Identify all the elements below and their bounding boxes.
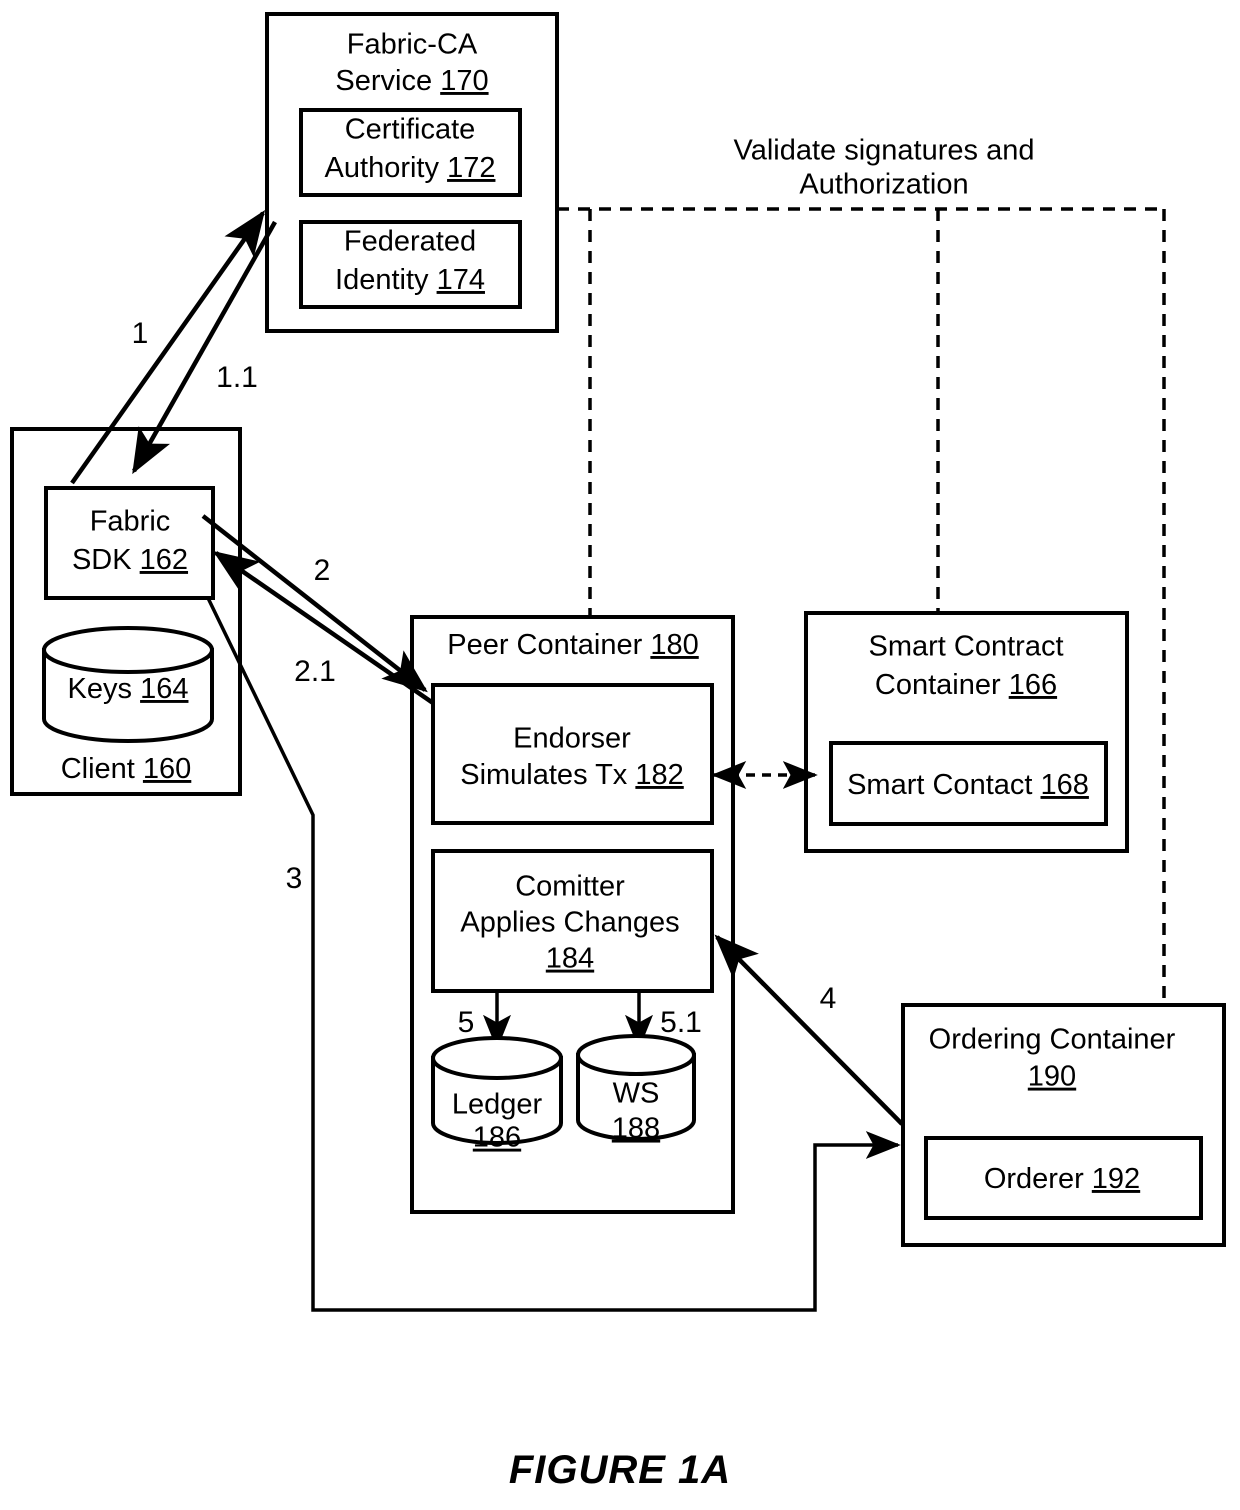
ordering-container-ref: 190: [1028, 1061, 1076, 1093]
orderer-label: Orderer 192: [984, 1163, 1140, 1195]
keys-cylinder-top: [42, 626, 214, 674]
figure-caption: FIGURE 1A: [508, 1448, 732, 1492]
node-certificate-authority: Certificate Authority 172: [299, 108, 522, 197]
node-keys-datastore: Keys 164: [42, 626, 214, 743]
node-client: Client 160 Fabric SDK 162 Keys 164: [10, 427, 242, 796]
smart-contract-container-title-line1: Smart Contract: [869, 631, 1064, 663]
node-smart-contact: Smart Contact 168: [829, 741, 1108, 826]
ledger-label: Ledger: [452, 1089, 543, 1121]
federated-identity-line2: Identity 174: [335, 264, 485, 296]
node-committer: Comitter Applies Changes 184: [431, 849, 714, 993]
validate-signatures-line1: Validate signatures and: [734, 135, 1035, 167]
node-orderer: Orderer 192: [924, 1136, 1203, 1220]
certificate-authority-line1: Certificate: [345, 114, 476, 146]
flow-label-3: 3: [286, 862, 303, 895]
peer-container-title: Peer Container 180: [447, 629, 699, 661]
ordering-container-title: Ordering Container: [929, 1024, 1176, 1056]
ws-cylinder-top: [576, 1034, 696, 1076]
client-title: Client 160: [61, 753, 192, 785]
node-ws-datastore: WS 188: [576, 1034, 696, 1145]
fabric-ca-service-title-line2: Service 170: [335, 65, 488, 97]
endorser-line2: Simulates Tx 182: [460, 759, 684, 791]
node-peer-container: Peer Container 180 Endorser Simulates Tx…: [410, 615, 735, 1214]
flow-label-5: 5: [458, 1006, 475, 1039]
federated-identity-line1: Federated: [344, 226, 476, 258]
ledger-cylinder-top: [431, 1036, 563, 1080]
node-federated-identity: Federated Identity 174: [299, 220, 522, 309]
node-fabric-ca-service: Fabric-CA Service 170 Certificate Author…: [265, 12, 559, 333]
flow-label-1-1: 1.1: [216, 361, 258, 394]
committer-ref: 184: [546, 943, 594, 975]
smart-contract-container-title-line2: Container 166: [875, 669, 1057, 701]
fabric-sdk-line2: SDK 162: [72, 544, 188, 576]
certificate-authority-line2: Authority 172: [325, 152, 496, 184]
node-ledger-datastore: Ledger 186: [431, 1036, 563, 1154]
flow-label-5-1: 5.1: [660, 1006, 702, 1039]
flow-label-4: 4: [820, 982, 837, 1015]
flow-label-1: 1: [132, 317, 149, 350]
committer-line2: Applies Changes: [460, 907, 679, 939]
arrow-flow-4-orderer-to-committer: [714, 934, 904, 1126]
node-endorser: Endorser Simulates Tx 182: [431, 683, 714, 825]
endorser-line1: Endorser: [513, 723, 631, 755]
ws-ref: 188: [612, 1113, 660, 1145]
validate-signatures-line2: Authorization: [799, 169, 968, 201]
fabric-sdk-line1: Fabric: [90, 506, 171, 538]
ws-label: WS: [613, 1078, 660, 1110]
smart-contact-label: Smart Contact 168: [847, 769, 1089, 801]
fabric-ca-service-title-line1: Fabric-CA: [347, 29, 478, 61]
node-fabric-sdk: Fabric SDK 162: [44, 486, 215, 600]
flow-label-2: 2: [314, 554, 331, 587]
ledger-ref: 186: [473, 1122, 521, 1154]
node-smart-contract-container: Smart Contract Container 166 Smart Conta…: [804, 611, 1129, 853]
committer-line1: Comitter: [515, 871, 625, 903]
keys-label: Keys 164: [68, 673, 189, 705]
flow-label-2-1: 2.1: [294, 655, 336, 688]
patent-figure-1a: Fabric-CA Service 170 Certificate Author…: [10, 12, 1226, 1312]
node-ordering-container: Ordering Container 190 Orderer 192: [901, 1003, 1226, 1247]
